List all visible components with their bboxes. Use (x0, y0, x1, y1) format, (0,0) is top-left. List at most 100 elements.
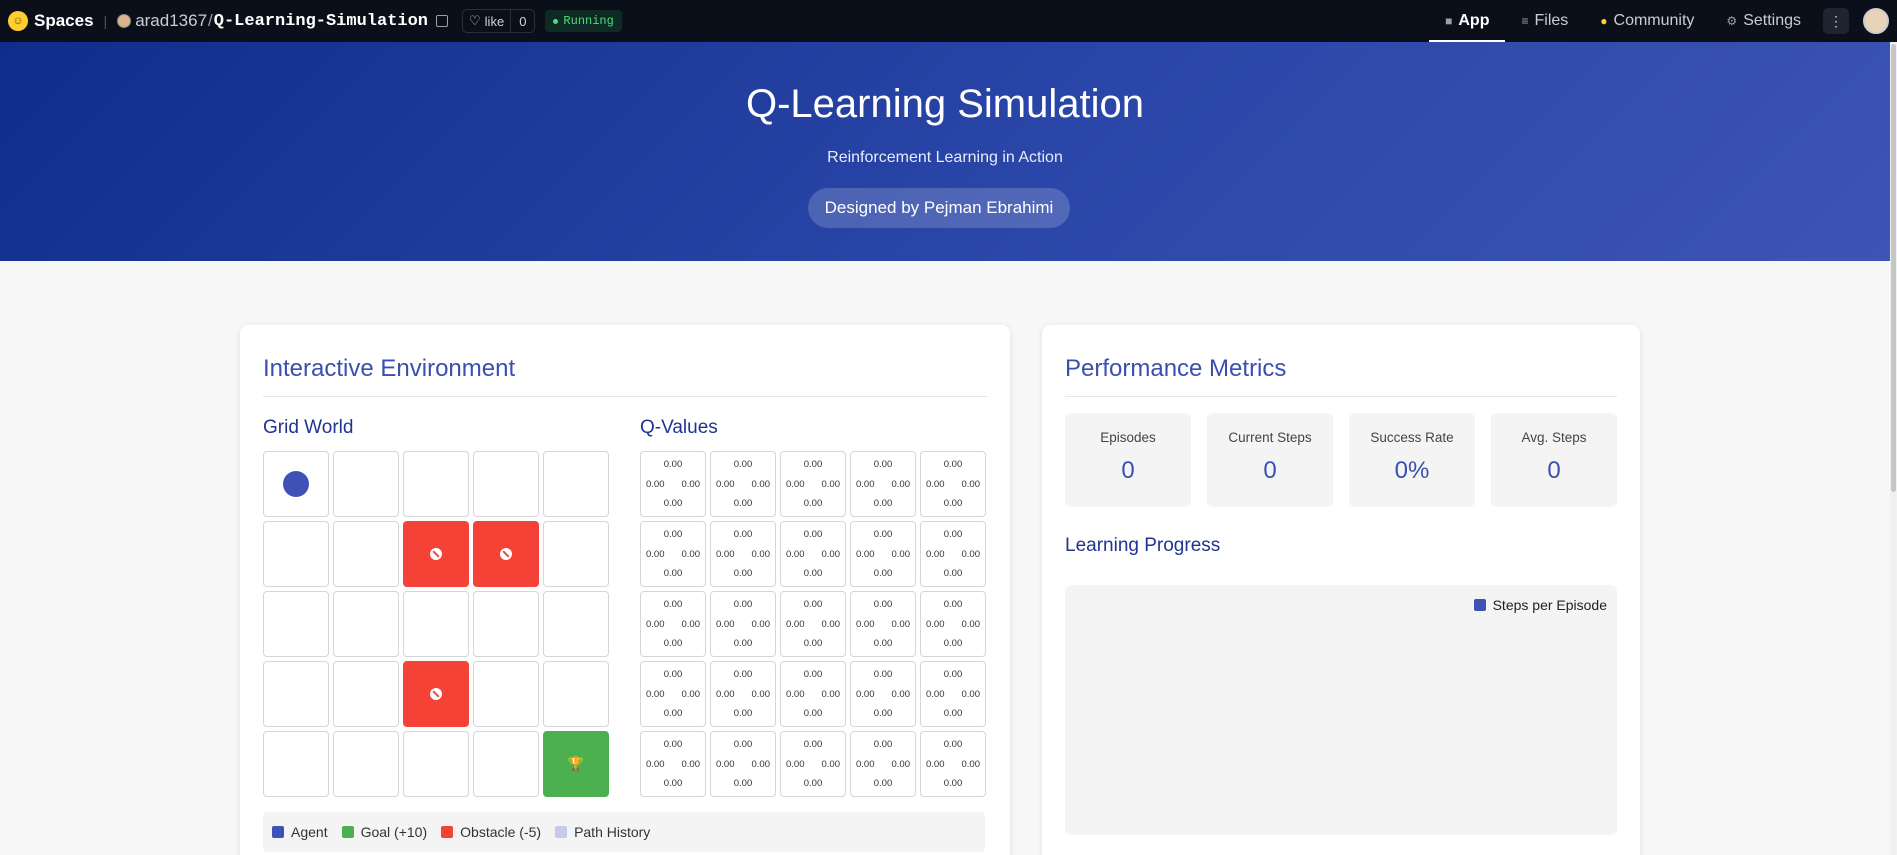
q-value-up: 0.00 (943, 529, 963, 540)
grid-cell[interactable] (333, 451, 399, 517)
grid-cell-obstacle[interactable] (403, 521, 469, 587)
grid-cell[interactable] (473, 451, 539, 517)
q-value-down: 0.00 (663, 638, 683, 649)
q-value-up: 0.00 (943, 739, 963, 750)
q-value-right: 0.00 (891, 479, 911, 490)
metric-label: Current Steps (1228, 430, 1312, 445)
user-avatar[interactable] (1863, 8, 1889, 34)
grid-cell[interactable] (333, 521, 399, 587)
q-value-right: 0.00 (681, 689, 701, 700)
metric-value: 0 (1263, 457, 1277, 484)
q-value-right: 0.00 (751, 689, 771, 700)
q-value-up: 0.00 (803, 459, 823, 470)
grid-cell[interactable] (473, 731, 539, 797)
tab-files[interactable]: ≡ Files (1505, 0, 1584, 42)
grid-cell-goal[interactable]: 🏆 (543, 731, 609, 797)
q-value-cell: 0.00 0.00 0.00 0.00 (710, 451, 776, 517)
interactive-environment-card: Interactive Environment Grid World Q-Val… (240, 325, 1010, 855)
grid-cell[interactable] (473, 661, 539, 727)
q-value-cell: 0.00 0.00 0.00 0.00 (780, 661, 846, 727)
metric-value: 0 (1121, 457, 1135, 484)
q-value-cell: 0.00 0.00 0.00 0.00 (640, 521, 706, 587)
q-value-down: 0.00 (663, 568, 683, 579)
grid-cell[interactable] (263, 731, 329, 797)
q-value-right: 0.00 (891, 549, 911, 560)
grid-cell[interactable] (263, 591, 329, 657)
grid-cell[interactable] (333, 731, 399, 797)
q-value-left: 0.00 (786, 549, 805, 560)
grid-cell[interactable] (543, 521, 609, 587)
q-value-cell: 0.00 0.00 0.00 0.00 (850, 521, 916, 587)
legend-swatch (341, 826, 354, 838)
tab-community-label: Community (1613, 12, 1695, 29)
grid-cell[interactable] (333, 661, 399, 727)
q-value-right: 0.00 (821, 479, 841, 490)
q-value-cell: 0.00 0.00 0.00 0.00 (850, 451, 916, 517)
q-value-cell: 0.00 0.00 0.00 0.00 (780, 521, 846, 587)
files-icon: ≡ (1521, 14, 1529, 28)
q-value-left: 0.00 (856, 549, 875, 560)
q-value-down: 0.00 (943, 638, 963, 649)
grid-cell[interactable] (543, 451, 609, 517)
grid-cell[interactable] (543, 661, 609, 727)
q-value-cell: 0.00 0.00 0.00 0.00 (920, 731, 986, 797)
like-toggle[interactable]: ♡ like (463, 10, 512, 32)
q-value-right: 0.00 (681, 619, 701, 630)
q-value-right: 0.00 (821, 689, 841, 700)
q-value-down: 0.00 (873, 778, 893, 789)
grid-cell[interactable] (403, 451, 469, 517)
metric-current-steps: Current Steps 0 (1207, 413, 1333, 507)
like-button[interactable]: ♡ like 0 (462, 9, 536, 33)
owner-link[interactable]: arad1367 (135, 11, 207, 31)
heart-icon: ♡ (469, 13, 481, 28)
grid-cell[interactable] (263, 661, 329, 727)
chart-legend-label: Steps per Episode (1492, 597, 1607, 613)
q-value-left: 0.00 (716, 759, 735, 770)
huggingface-logo-icon[interactable]: ☺ (8, 11, 28, 31)
grid-cell-obstacle[interactable] (473, 521, 539, 587)
grid-cell[interactable] (333, 591, 399, 657)
grid-cell-obstacle[interactable] (403, 661, 469, 727)
q-value-cell: 0.00 0.00 0.00 0.00 (780, 451, 846, 517)
legend-swatch (441, 826, 454, 838)
tab-app[interactable]: ■ App (1429, 0, 1506, 42)
tab-settings[interactable]: ⚙ Settings (1710, 0, 1817, 42)
repo-name-link[interactable]: Q-Learning-Simulation (214, 12, 428, 31)
q-value-right: 0.00 (751, 549, 771, 560)
q-value-left: 0.00 (856, 479, 875, 490)
scrollbar-thumb[interactable] (1891, 44, 1896, 492)
top-bar: ☺ Spaces | arad1367 / Q-Learning-Simulat… (0, 0, 1897, 42)
q-value-up: 0.00 (733, 739, 753, 750)
metric-value: 0% (1394, 457, 1430, 484)
owner-avatar[interactable] (117, 14, 132, 28)
grid-cell[interactable] (403, 731, 469, 797)
q-value-down: 0.00 (943, 778, 963, 789)
q-value-cell: 0.00 0.00 0.00 0.00 (710, 591, 776, 657)
path-separator: / (208, 11, 213, 30)
status-badge[interactable]: Running (545, 10, 622, 32)
grid-cell-agent[interactable] (263, 451, 329, 517)
q-value-left: 0.00 (926, 549, 945, 560)
q-value-down: 0.00 (873, 638, 893, 649)
copy-icon[interactable] (436, 15, 449, 27)
divider (1065, 396, 1617, 397)
status-text: Running (563, 14, 614, 28)
q-value-right: 0.00 (751, 759, 771, 770)
grid-cell[interactable] (403, 591, 469, 657)
tab-community[interactable]: ● Community (1584, 0, 1710, 42)
q-value-up: 0.00 (873, 669, 893, 680)
more-options-icon[interactable]: ⋮ (1823, 8, 1849, 34)
page-subtitle: Reinforcement Learning in Action (827, 149, 1063, 166)
environment-title: Interactive Environment (263, 355, 516, 382)
q-value-down: 0.00 (803, 638, 823, 649)
q-value-up: 0.00 (943, 599, 963, 610)
grid-cell[interactable] (543, 591, 609, 657)
learning-progress-chart[interactable]: Steps per Episode (1065, 585, 1617, 835)
q-value-up: 0.00 (663, 669, 683, 680)
spaces-brand[interactable]: Spaces (34, 11, 94, 31)
grid-cell[interactable] (473, 591, 539, 657)
grid-cell[interactable] (263, 521, 329, 587)
like-count[interactable]: 0 (511, 14, 534, 29)
chart-legend[interactable]: Steps per Episode (1473, 597, 1607, 613)
q-value-right: 0.00 (681, 759, 701, 770)
